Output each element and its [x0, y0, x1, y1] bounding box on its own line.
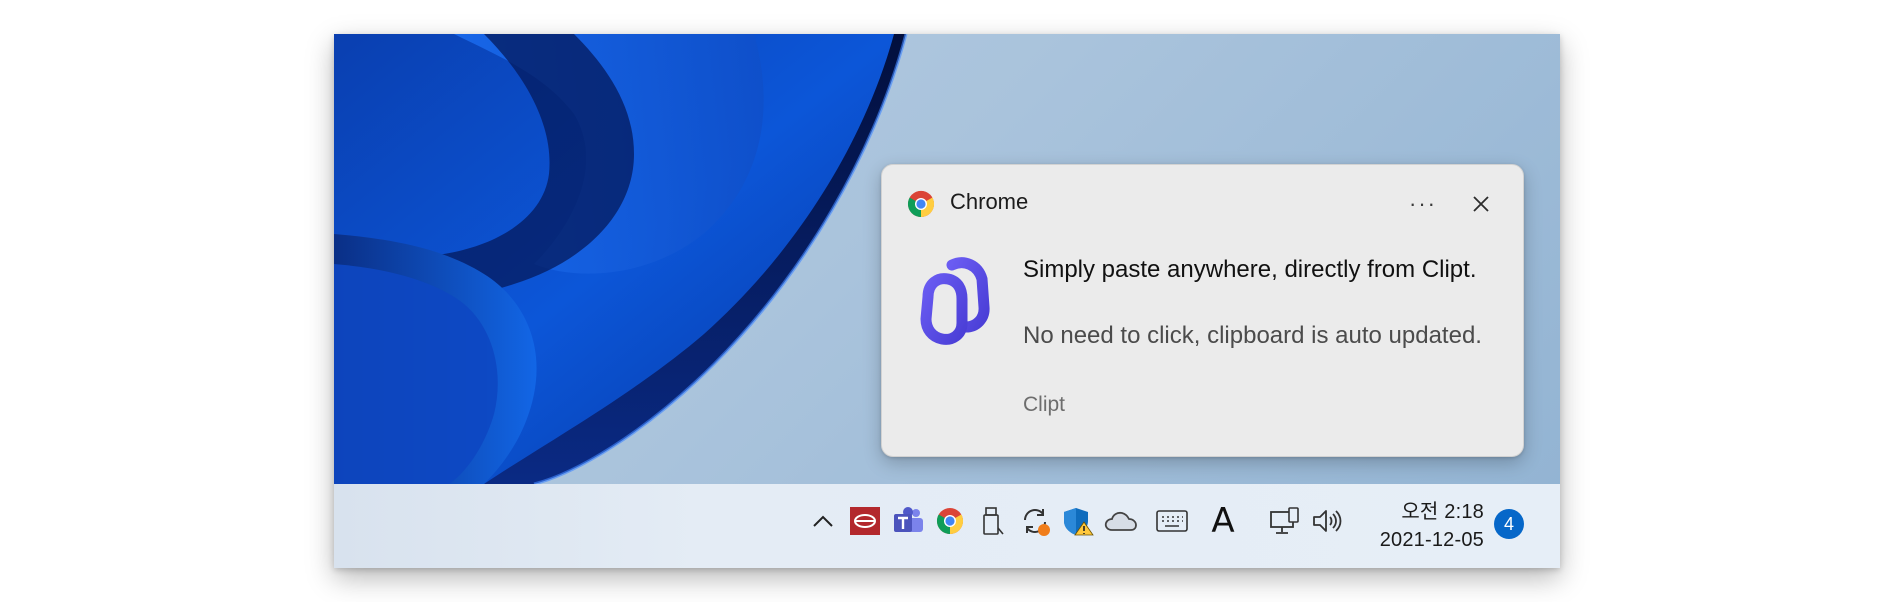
tray-red-app-button[interactable]	[846, 502, 884, 540]
close-icon	[1473, 196, 1489, 212]
tray-sync-button[interactable]	[1016, 502, 1054, 540]
network-button[interactable]	[1266, 502, 1304, 540]
desktop-screen: Chrome ··· Simply paste anywhere, direct…	[334, 34, 1560, 568]
chrome-icon	[936, 508, 964, 535]
ime-indicator: A	[1211, 501, 1235, 541]
volume-button[interactable]	[1308, 502, 1346, 540]
tray-touch-keyboard-button[interactable]	[1151, 502, 1193, 540]
network-icon	[1270, 507, 1299, 534]
clock-time: 오전 2:18	[1401, 501, 1484, 523]
notification-toast[interactable]: Chrome ··· Simply paste anywhere, direct…	[881, 164, 1524, 457]
clipt-logo-icon	[914, 257, 992, 352]
notification-app-name: Chrome	[950, 189, 1029, 214]
chrome-icon	[907, 190, 935, 223]
notification-title: Simply paste anywhere, directly from Cli…	[1023, 256, 1477, 283]
tray-onedrive-button[interactable]	[1102, 502, 1140, 540]
more-options-button[interactable]: ···	[1402, 183, 1444, 225]
microsoft-teams-icon	[894, 507, 923, 532]
red-app-icon	[850, 507, 880, 535]
notification-attribution: Clipt	[1023, 393, 1066, 416]
onedrive-cloud-icon	[1104, 511, 1137, 531]
touch-keyboard-icon	[1156, 510, 1188, 532]
close-button[interactable]	[1460, 183, 1502, 225]
sync-icon	[1024, 509, 1050, 536]
notification-count-badge[interactable]: 4	[1494, 509, 1524, 539]
more-options-icon: ···	[1409, 191, 1437, 216]
notification-body: No need to click, clipboard is auto upda…	[1023, 322, 1482, 349]
taskbar: A 오전 2:18 2021-12-05 4	[334, 484, 1560, 568]
taskbar-clock[interactable]: 오전 2:18 2021-12-05	[1380, 498, 1484, 554]
show-hidden-icons-chevron-icon	[813, 515, 833, 527]
usb-drive-icon	[983, 507, 1004, 535]
tray-teams-button[interactable]	[889, 502, 927, 540]
tray-usb-button[interactable]	[974, 502, 1012, 540]
windows-security-warning-icon	[1064, 508, 1094, 536]
tray-security-button[interactable]	[1059, 502, 1097, 540]
input-indicator-button[interactable]: A	[1204, 501, 1242, 541]
tray-chrome-button[interactable]	[931, 502, 969, 540]
clock-date: 2021-12-05	[1379, 529, 1484, 551]
volume-icon	[1313, 510, 1342, 532]
show-hidden-icons-button[interactable]	[804, 502, 842, 540]
